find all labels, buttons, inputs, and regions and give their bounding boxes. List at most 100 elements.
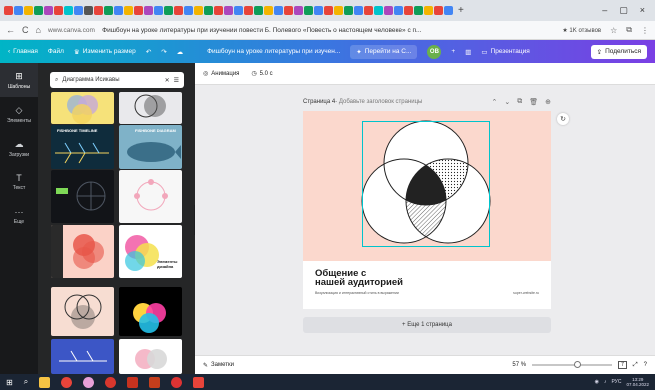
bookmark-icon[interactable]: ☆ [610,26,617,35]
add-collaborator-button[interactable]: + [451,48,455,55]
add-page-button[interactable]: + Еще 1 страница [303,317,551,333]
back-button[interactable]: ← [6,25,15,35]
tab-favicon[interactable] [94,6,103,15]
share-button[interactable]: ⇪ Поделиться [590,44,647,59]
tab-favicon[interactable] [354,6,363,15]
volume-icon[interactable]: ♪ [604,379,607,385]
tab-favicon[interactable] [44,6,53,15]
analytics-icon[interactable]: ▥ [465,48,471,56]
rail-item-elements[interactable]: ◇ Элементы [0,97,38,131]
tab-favicon[interactable] [164,6,173,15]
windows-start-icon[interactable]: ⊞ [6,378,13,387]
tab-favicon[interactable] [314,6,323,15]
trash-icon[interactable]: 🗑 [529,98,538,106]
go-to-button[interactable]: ✦ Перейти на C... [350,44,418,59]
refresh-icon[interactable]: ↻ [557,113,569,125]
pdf-app-icon[interactable] [127,376,139,388]
chevron-up-icon[interactable]: ⌃ [491,98,497,106]
yandex-app-icon[interactable] [193,376,205,388]
tab-favicon[interactable] [264,6,273,15]
template-thumbnail[interactable] [51,92,114,124]
template-thumbnail[interactable]: FISHBONE DIAGRAM [119,125,182,169]
powerpoint-app-icon[interactable] [149,376,161,388]
tab-favicon[interactable] [444,6,453,15]
url-field[interactable]: www.canva.com Фишбоун на уроке литератур… [48,27,422,34]
document-title[interactable]: Фишбоун на уроке литературы при изучен..… [207,48,340,55]
tab-favicon[interactable] [344,6,353,15]
tab-favicon[interactable] [244,6,253,15]
tab-favicon[interactable] [154,6,163,15]
resize-button[interactable]: ♛ Изменить размер [74,48,136,56]
cloud-save-icon[interactable]: ☁ [177,48,184,56]
template-thumbnail[interactable] [51,225,114,278]
close-window-button[interactable]: × [640,5,645,16]
file-explorer-icon[interactable] [39,376,51,388]
tab-favicon[interactable] [404,6,413,15]
template-thumbnail[interactable]: Элементы дизайна [119,225,182,278]
notes-button[interactable]: ✎ Заметки [203,362,234,369]
tab-favicon[interactable] [64,6,73,15]
template-thumbnail[interactable] [51,170,114,223]
browser-app-icon[interactable] [171,376,183,388]
tab-favicon[interactable] [274,6,283,15]
file-menu-button[interactable]: Файл [48,48,64,55]
rail-item-text[interactable]: T Текст [0,165,38,199]
tab-favicon[interactable] [364,6,373,15]
tab-favicon[interactable] [104,6,113,15]
reviews-badge[interactable]: ★ 1K отзывов [562,27,601,34]
tab-favicon[interactable] [394,6,403,15]
zoom-slider-handle[interactable] [574,361,582,368]
template-thumbnail[interactable] [119,339,182,374]
tab-favicon[interactable] [14,6,23,15]
menu-icon[interactable]: ⋮ [641,26,649,35]
slide-subtitle[interactable]: Визуализация и интерактивный стиль в выр… [315,291,399,295]
tab-favicon[interactable] [234,6,243,15]
extensions-icon[interactable]: ⧉ [626,25,632,35]
chevron-down-icon[interactable]: ⌄ [504,98,510,106]
filter-icon[interactable]: ☰ [174,77,179,84]
template-thumbnail[interactable] [119,92,182,124]
tab-favicon[interactable] [184,6,193,15]
browser-app-icon[interactable] [83,376,95,388]
duplicate-icon[interactable]: ⧉ [517,98,522,106]
tab-favicon[interactable] [74,6,83,15]
tab-favicon[interactable] [24,6,33,15]
tab-favicon[interactable] [84,6,93,15]
duration-button[interactable]: ◷ 5.0 с [251,70,272,78]
search-input[interactable]: Диаграмма Исикавы [62,77,160,83]
present-button[interactable]: ▭ Презентация [481,48,529,56]
tab-favicon[interactable] [284,6,293,15]
tab-favicon[interactable] [194,6,203,15]
tab-favicon[interactable] [434,6,443,15]
tab-favicon[interactable] [204,6,213,15]
slide-title[interactable]: Общение с нашей аудиторией [315,269,403,288]
tab-favicon[interactable] [4,6,13,15]
zoom-level[interactable]: 57 % [512,362,526,368]
tab-favicon[interactable] [174,6,183,15]
rail-item-more[interactable]: ··· Еще [0,199,38,233]
tab-favicon[interactable] [414,6,423,15]
tab-favicon[interactable] [134,6,143,15]
undo-button[interactable]: ↶ [146,48,151,56]
redo-button[interactable]: ↷ [161,48,166,56]
avatar[interactable]: OB [427,44,442,59]
slide-brand[interactable]: super-website.ru [513,291,539,295]
rail-item-uploads[interactable]: ☁ Загрузки [0,131,38,165]
maximize-button[interactable]: ▢ [619,5,628,16]
template-thumbnail[interactable] [119,287,182,336]
tab-favicon[interactable] [424,6,433,15]
fullscreen-icon[interactable]: ⤢ [633,362,638,369]
clear-search-icon[interactable]: ✕ [165,77,170,84]
tab-favicon[interactable] [324,6,333,15]
zoom-slider[interactable] [532,361,613,368]
clock[interactable]: 13:29 07.04.2022 [626,377,649,387]
help-icon[interactable]: ? [644,362,647,368]
network-icon[interactable]: ◉ [595,379,599,385]
tab-favicon[interactable] [294,6,303,15]
language-indicator[interactable]: РУС [611,379,621,385]
tab-favicon[interactable] [214,6,223,15]
search-icon[interactable]: ⌕ [24,377,28,387]
template-search[interactable]: ⌕ Диаграмма Исикавы ✕ ☰ [50,72,184,88]
home-nav-button[interactable]: ‹ Главная [8,48,38,55]
tab-favicon[interactable] [334,6,343,15]
